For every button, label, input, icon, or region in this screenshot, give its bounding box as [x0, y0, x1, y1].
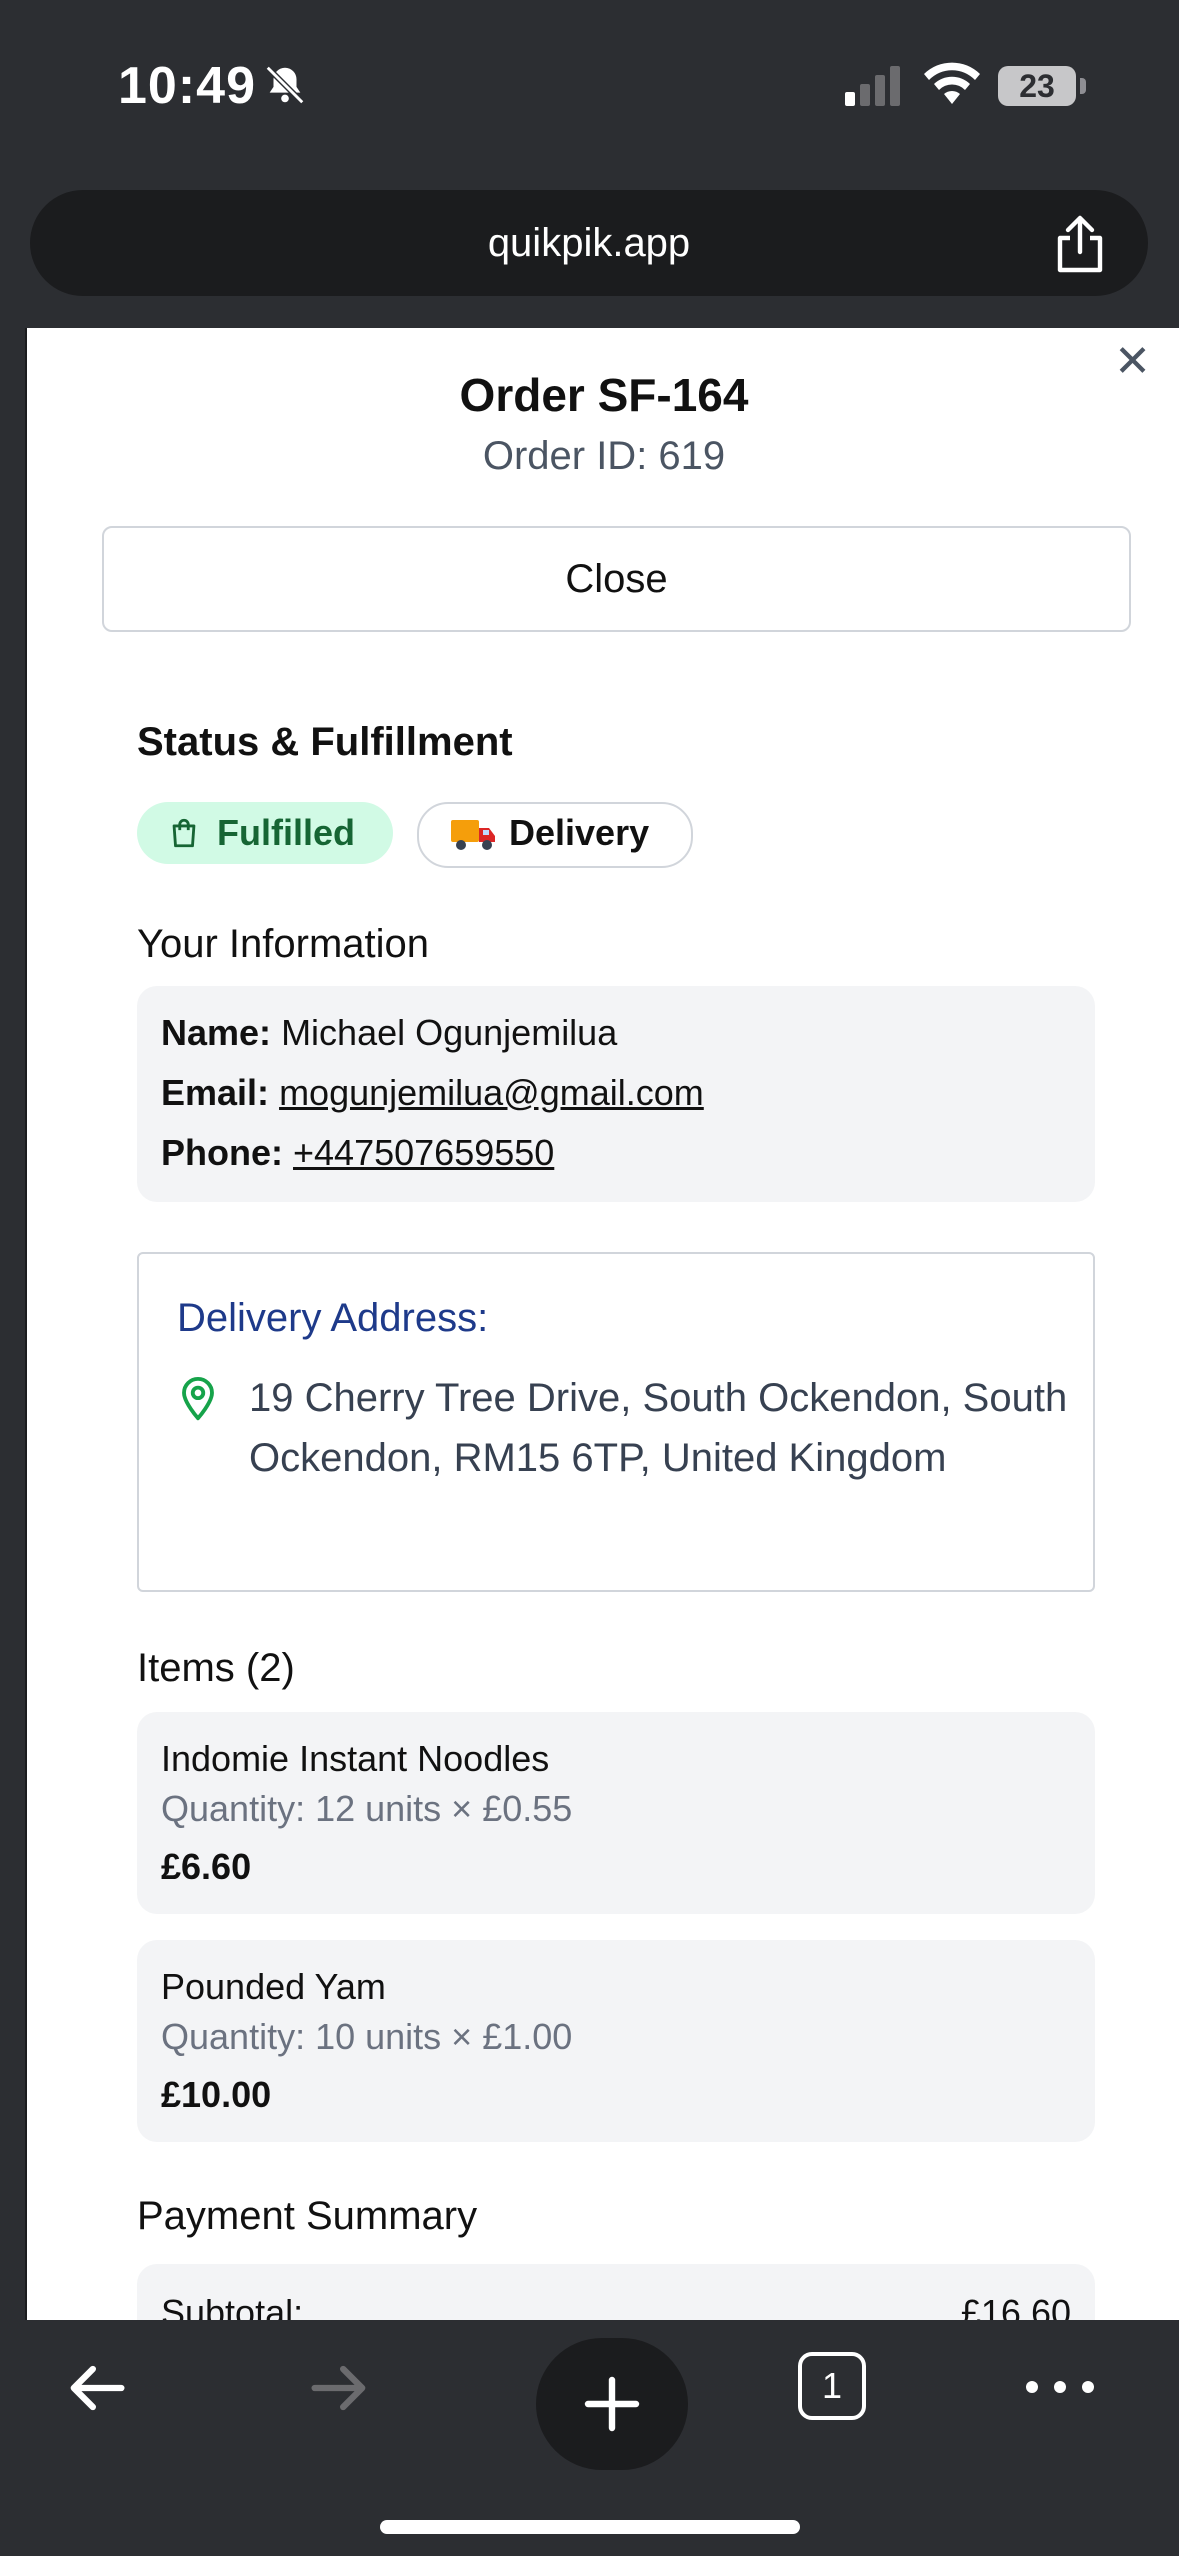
status-heading: Status & Fulfillment	[137, 720, 513, 764]
name-row: Name: Michael Ogunjemilua	[161, 1012, 617, 1054]
delivery-badge: Delivery	[417, 802, 693, 868]
phone-label: Phone:	[161, 1132, 283, 1173]
subtotal-value: £16.60	[960, 2292, 1071, 2320]
list-item: Pounded Yam Quantity: 10 units × £1.00 £…	[137, 1940, 1095, 2142]
fulfilled-label: Fulfilled	[217, 812, 355, 853]
close-button[interactable]: Close	[102, 526, 1131, 632]
new-tab-button[interactable]	[536, 2338, 688, 2470]
phone-row: Phone: +447507659550	[161, 1132, 554, 1174]
status-bar: 10:49 23	[0, 0, 1179, 180]
delivery-truck-icon	[451, 820, 495, 850]
info-heading: Your Information	[137, 922, 430, 966]
address-heading: Delivery Address:	[177, 1296, 489, 1340]
email-link[interactable]: mogunjemilua@gmail.com	[279, 1072, 704, 1113]
order-title: Order SF-164	[459, 369, 749, 421]
shopping-bag-icon	[172, 818, 196, 848]
fulfilled-badge: Fulfilled	[137, 802, 393, 864]
more-icon[interactable]	[1022, 2362, 1098, 2412]
delivery-label: Delivery	[509, 812, 650, 853]
order-id: Order ID: 619	[482, 434, 726, 478]
payment-heading: Payment Summary	[137, 2194, 478, 2238]
item-quantity: Quantity: 12 units × £0.55	[161, 1788, 573, 1829]
payment-summary-card: Subtotal: £16.60	[137, 2264, 1095, 2320]
url-text[interactable]: quikpik.app	[30, 190, 1148, 296]
delivery-address-card: Delivery Address: 19 Cherry Tree Drive, …	[137, 1252, 1095, 1592]
home-indicator[interactable]	[380, 2520, 800, 2534]
email-row: Email: mogunjemilua@gmail.com	[161, 1072, 704, 1114]
battery-nub	[1080, 78, 1086, 94]
background-page-edge	[0, 328, 25, 2320]
tab-switcher-button[interactable]: 1	[798, 2352, 866, 2420]
customer-name: Michael Ogunjemilua	[281, 1012, 618, 1053]
phone-link[interactable]: +447507659550	[293, 1132, 554, 1173]
status-time: 10:49	[118, 57, 256, 115]
subtotal-label: Subtotal:	[161, 2292, 304, 2320]
customer-info-card: Name: Michael Ogunjemilua Email: mogunje…	[137, 986, 1095, 1202]
share-icon[interactable]	[1052, 214, 1108, 274]
forward-arrow-icon[interactable]	[302, 2350, 378, 2426]
item-price: £10.00	[161, 2074, 272, 2115]
signal-icon	[845, 66, 900, 106]
item-name: Indomie Instant Noodles	[161, 1738, 550, 1779]
address-text: 19 Cherry Tree Drive, South Ockendon, So…	[249, 1376, 1068, 1480]
item-price: £6.60	[161, 1846, 252, 1887]
back-arrow-icon[interactable]	[58, 2350, 134, 2426]
email-label: Email:	[161, 1072, 270, 1113]
plus-icon	[584, 2376, 640, 2432]
item-name: Pounded Yam	[161, 1966, 386, 2007]
order-modal: ✕ Order SF-164 Order ID: 619 Close Statu…	[25, 328, 1179, 2320]
list-item: Indomie Instant Noodles Quantity: 12 uni…	[137, 1712, 1095, 1914]
wifi-icon	[924, 62, 980, 104]
name-label: Name:	[161, 1012, 272, 1053]
item-quantity: Quantity: 10 units × £1.00	[161, 2016, 573, 2057]
battery-indicator: 23	[998, 66, 1076, 106]
address-bar[interactable]: quikpik.app	[30, 190, 1148, 296]
items-heading: Items (2)	[137, 1646, 295, 1690]
browser-toolbar: 1	[0, 2320, 1179, 2556]
map-pin-icon	[182, 1377, 214, 1421]
bell-muted-icon	[265, 65, 305, 105]
